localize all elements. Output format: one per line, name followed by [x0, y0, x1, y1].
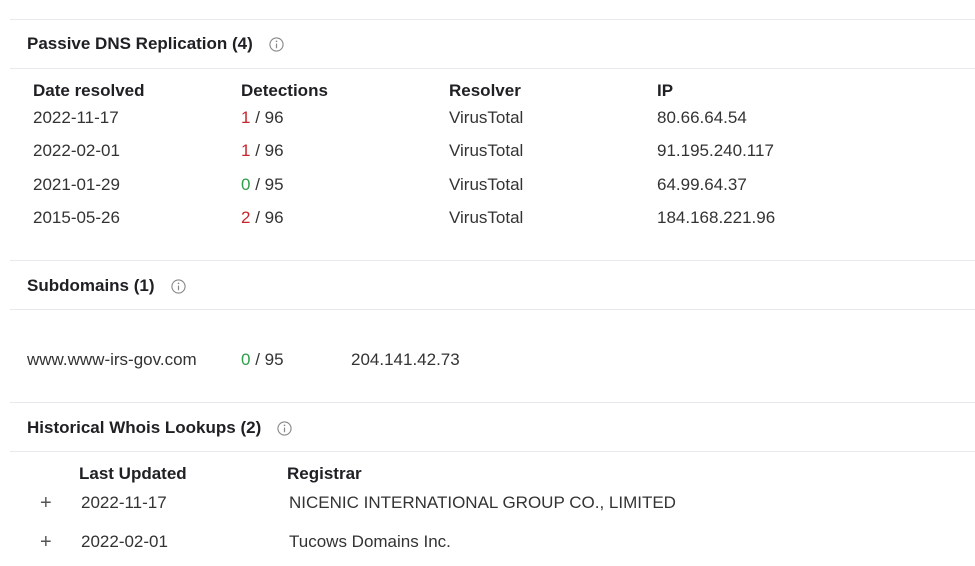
col-last-updated[interactable]: Last Updated	[79, 464, 187, 484]
dns-row-resolver: VirusTotal	[449, 141, 524, 160]
subdomains-title-text: Subdomains (1)	[27, 276, 155, 295]
col-registrar[interactable]: Registrar	[287, 464, 362, 484]
detection-count: 0	[241, 175, 251, 194]
detection-count: 0	[241, 350, 251, 369]
dns-row-resolver: VirusTotal	[449, 108, 524, 127]
plus-icon[interactable]: +	[40, 493, 52, 513]
subdomain-detections[interactable]: 0 / 95	[241, 350, 284, 370]
whois-title: Historical Whois Lookups (2)	[27, 418, 292, 438]
passive-dns-title-text: Passive DNS Replication (4)	[27, 34, 253, 53]
dns-row-detections[interactable]: 0 / 95	[241, 175, 284, 195]
divider	[10, 68, 975, 69]
plus-icon[interactable]: +	[40, 532, 52, 552]
detection-total: / 96	[255, 108, 284, 127]
passive-dns-title: Passive DNS Replication (4)	[27, 34, 284, 54]
dns-row-detections[interactable]: 1 / 96	[241, 108, 284, 128]
detection-count: 2	[241, 208, 251, 227]
dns-row-detections[interactable]: 2 / 96	[241, 208, 284, 228]
col-ip[interactable]: IP	[657, 81, 673, 101]
dns-row-ip[interactable]: 184.168.221.96	[657, 208, 775, 228]
info-icon[interactable]	[277, 420, 292, 436]
dns-row-ip[interactable]: 91.195.240.117	[657, 141, 774, 161]
whois-row-date[interactable]: 2022-11-17	[81, 493, 167, 513]
col-date-resolved[interactable]: Date resolved	[33, 81, 145, 101]
dns-row-ip[interactable]: 80.66.64.54	[657, 108, 747, 128]
info-icon[interactable]	[269, 36, 284, 52]
divider	[10, 309, 975, 310]
whois-row-registrar: NICENIC INTERNATIONAL GROUP CO., LIMITED	[289, 493, 676, 512]
col-resolver[interactable]: Resolver	[449, 81, 521, 101]
detection-count: 1	[241, 141, 251, 160]
divider	[10, 19, 975, 20]
dns-row-ip[interactable]: 64.99.64.37	[657, 175, 747, 195]
dns-row-detections[interactable]: 1 / 96	[241, 141, 284, 161]
col-detections[interactable]: Detections	[241, 81, 328, 101]
subdomains-title: Subdomains (1)	[27, 276, 186, 296]
detection-total: / 95	[255, 350, 284, 369]
whois-row-date[interactable]: 2022-02-01	[81, 532, 168, 552]
info-icon[interactable]	[170, 278, 186, 294]
detection-total: / 96	[255, 208, 284, 227]
detection-total: / 96	[255, 141, 284, 160]
divider	[10, 260, 975, 261]
dns-row-date[interactable]: 2015-05-26	[33, 208, 120, 228]
dns-row-resolver: VirusTotal	[449, 208, 524, 227]
dns-row-date[interactable]: 2022-11-17	[33, 108, 119, 128]
divider	[10, 402, 975, 403]
page: Passive DNS Replication (4) Date resolve…	[0, 0, 975, 566]
divider	[10, 451, 975, 452]
dns-row-date[interactable]: 2021-01-29	[33, 175, 120, 195]
dns-row-date[interactable]: 2022-02-01	[33, 141, 120, 161]
subdomain-link[interactable]: www.www-irs-gov.com	[27, 350, 197, 370]
detection-count: 1	[241, 108, 251, 127]
whois-row-registrar: Tucows Domains Inc.	[289, 532, 451, 551]
subdomain-ip[interactable]: 204.141.42.73	[351, 350, 460, 370]
dns-row-resolver: VirusTotal	[449, 175, 524, 194]
detection-total: / 95	[255, 175, 284, 194]
whois-title-text: Historical Whois Lookups (2)	[27, 418, 262, 437]
